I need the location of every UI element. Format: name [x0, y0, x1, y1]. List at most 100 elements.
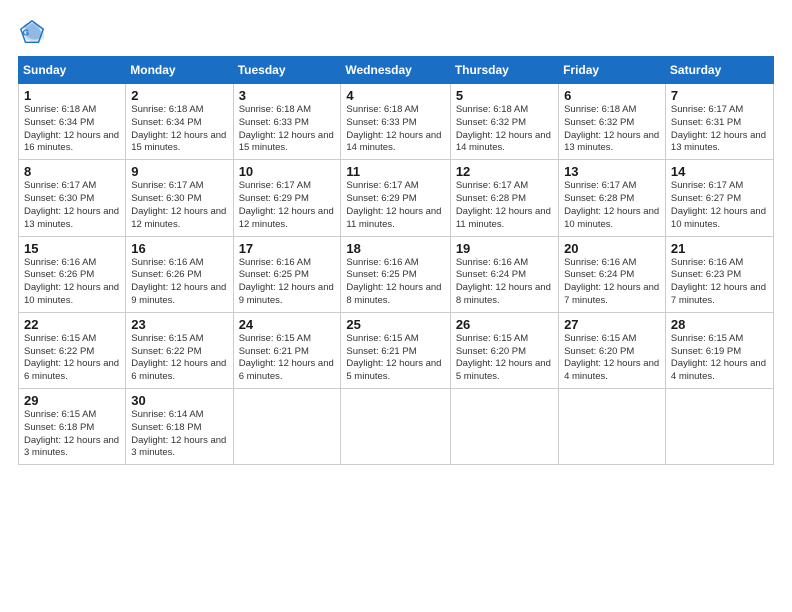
day-info: Sunrise: 6:16 AMSunset: 6:25 PMDaylight:… [346, 257, 444, 308]
day-info: Sunrise: 6:18 AMSunset: 6:33 PMDaylight:… [239, 104, 336, 155]
day-info: Sunrise: 6:17 AMSunset: 6:28 PMDaylight:… [456, 180, 553, 231]
day-info: Sunrise: 6:16 AMSunset: 6:23 PMDaylight:… [671, 257, 768, 308]
col-header-tuesday: Tuesday [233, 57, 341, 84]
day-info: Sunrise: 6:16 AMSunset: 6:24 PMDaylight:… [564, 257, 660, 308]
day-cell-2: 2Sunrise: 6:18 AMSunset: 6:34 PMDaylight… [126, 84, 233, 160]
day-number: 29 [24, 393, 120, 408]
day-info: Sunrise: 6:15 AMSunset: 6:22 PMDaylight:… [24, 333, 120, 384]
day-cell-22: 22Sunrise: 6:15 AMSunset: 6:22 PMDayligh… [19, 312, 126, 388]
day-info: Sunrise: 6:15 AMSunset: 6:20 PMDaylight:… [564, 333, 660, 384]
day-cell-25: 25Sunrise: 6:15 AMSunset: 6:21 PMDayligh… [341, 312, 450, 388]
calendar-week-4: 22Sunrise: 6:15 AMSunset: 6:22 PMDayligh… [19, 312, 774, 388]
col-header-friday: Friday [559, 57, 666, 84]
day-cell-8: 8Sunrise: 6:17 AMSunset: 6:30 PMDaylight… [19, 160, 126, 236]
day-number: 20 [564, 241, 660, 256]
day-cell-17: 17Sunrise: 6:16 AMSunset: 6:25 PMDayligh… [233, 236, 341, 312]
day-number: 10 [239, 164, 336, 179]
day-cell-27: 27Sunrise: 6:15 AMSunset: 6:20 PMDayligh… [559, 312, 666, 388]
day-number: 5 [456, 88, 553, 103]
day-info: Sunrise: 6:17 AMSunset: 6:30 PMDaylight:… [24, 180, 120, 231]
empty-cell [559, 389, 666, 465]
day-cell-1: 1Sunrise: 6:18 AMSunset: 6:34 PMDaylight… [19, 84, 126, 160]
day-number: 12 [456, 164, 553, 179]
day-cell-12: 12Sunrise: 6:17 AMSunset: 6:28 PMDayligh… [450, 160, 558, 236]
day-number: 9 [131, 164, 227, 179]
day-info: Sunrise: 6:17 AMSunset: 6:30 PMDaylight:… [131, 180, 227, 231]
day-number: 26 [456, 317, 553, 332]
day-number: 11 [346, 164, 444, 179]
day-info: Sunrise: 6:17 AMSunset: 6:29 PMDaylight:… [239, 180, 336, 231]
day-info: Sunrise: 6:17 AMSunset: 6:28 PMDaylight:… [564, 180, 660, 231]
day-info: Sunrise: 6:18 AMSunset: 6:32 PMDaylight:… [564, 104, 660, 155]
day-cell-9: 9Sunrise: 6:17 AMSunset: 6:30 PMDaylight… [126, 160, 233, 236]
day-cell-20: 20Sunrise: 6:16 AMSunset: 6:24 PMDayligh… [559, 236, 666, 312]
day-info: Sunrise: 6:18 AMSunset: 6:34 PMDaylight:… [24, 104, 120, 155]
day-info: Sunrise: 6:15 AMSunset: 6:22 PMDaylight:… [131, 333, 227, 384]
calendar: SundayMondayTuesdayWednesdayThursdayFrid… [18, 56, 774, 465]
day-info: Sunrise: 6:14 AMSunset: 6:18 PMDaylight:… [131, 409, 227, 460]
day-number: 1 [24, 88, 120, 103]
day-cell-18: 18Sunrise: 6:16 AMSunset: 6:25 PMDayligh… [341, 236, 450, 312]
day-cell-15: 15Sunrise: 6:16 AMSunset: 6:26 PMDayligh… [19, 236, 126, 312]
day-cell-6: 6Sunrise: 6:18 AMSunset: 6:32 PMDaylight… [559, 84, 666, 160]
day-info: Sunrise: 6:16 AMSunset: 6:26 PMDaylight:… [24, 257, 120, 308]
day-number: 22 [24, 317, 120, 332]
day-info: Sunrise: 6:16 AMSunset: 6:26 PMDaylight:… [131, 257, 227, 308]
day-cell-14: 14Sunrise: 6:17 AMSunset: 6:27 PMDayligh… [665, 160, 773, 236]
logo: G [18, 18, 50, 46]
day-info: Sunrise: 6:16 AMSunset: 6:25 PMDaylight:… [239, 257, 336, 308]
day-number: 18 [346, 241, 444, 256]
day-info: Sunrise: 6:15 AMSunset: 6:21 PMDaylight:… [346, 333, 444, 384]
day-info: Sunrise: 6:17 AMSunset: 6:31 PMDaylight:… [671, 104, 768, 155]
day-cell-16: 16Sunrise: 6:16 AMSunset: 6:26 PMDayligh… [126, 236, 233, 312]
calendar-week-3: 15Sunrise: 6:16 AMSunset: 6:26 PMDayligh… [19, 236, 774, 312]
day-number: 16 [131, 241, 227, 256]
day-number: 27 [564, 317, 660, 332]
day-number: 4 [346, 88, 444, 103]
empty-cell [450, 389, 558, 465]
svg-text:G: G [23, 28, 30, 38]
day-number: 25 [346, 317, 444, 332]
calendar-week-1: 1Sunrise: 6:18 AMSunset: 6:34 PMDaylight… [19, 84, 774, 160]
day-number: 21 [671, 241, 768, 256]
day-number: 28 [671, 317, 768, 332]
empty-cell [665, 389, 773, 465]
day-info: Sunrise: 6:18 AMSunset: 6:33 PMDaylight:… [346, 104, 444, 155]
col-header-wednesday: Wednesday [341, 57, 450, 84]
page: G SundayMondayTuesdayWednesdayThursdayFr… [0, 0, 792, 612]
day-info: Sunrise: 6:15 AMSunset: 6:18 PMDaylight:… [24, 409, 120, 460]
day-info: Sunrise: 6:15 AMSunset: 6:20 PMDaylight:… [456, 333, 553, 384]
day-cell-26: 26Sunrise: 6:15 AMSunset: 6:20 PMDayligh… [450, 312, 558, 388]
day-info: Sunrise: 6:17 AMSunset: 6:27 PMDaylight:… [671, 180, 768, 231]
day-cell-23: 23Sunrise: 6:15 AMSunset: 6:22 PMDayligh… [126, 312, 233, 388]
col-header-saturday: Saturday [665, 57, 773, 84]
day-number: 15 [24, 241, 120, 256]
day-number: 3 [239, 88, 336, 103]
col-header-thursday: Thursday [450, 57, 558, 84]
day-cell-30: 30Sunrise: 6:14 AMSunset: 6:18 PMDayligh… [126, 389, 233, 465]
day-number: 13 [564, 164, 660, 179]
day-number: 23 [131, 317, 227, 332]
day-cell-19: 19Sunrise: 6:16 AMSunset: 6:24 PMDayligh… [450, 236, 558, 312]
day-info: Sunrise: 6:18 AMSunset: 6:34 PMDaylight:… [131, 104, 227, 155]
day-number: 2 [131, 88, 227, 103]
day-cell-11: 11Sunrise: 6:17 AMSunset: 6:29 PMDayligh… [341, 160, 450, 236]
day-info: Sunrise: 6:18 AMSunset: 6:32 PMDaylight:… [456, 104, 553, 155]
col-header-sunday: Sunday [19, 57, 126, 84]
day-cell-21: 21Sunrise: 6:16 AMSunset: 6:23 PMDayligh… [665, 236, 773, 312]
day-cell-3: 3Sunrise: 6:18 AMSunset: 6:33 PMDaylight… [233, 84, 341, 160]
day-number: 30 [131, 393, 227, 408]
day-cell-5: 5Sunrise: 6:18 AMSunset: 6:32 PMDaylight… [450, 84, 558, 160]
day-number: 19 [456, 241, 553, 256]
empty-cell [341, 389, 450, 465]
header: G [18, 18, 774, 46]
day-cell-10: 10Sunrise: 6:17 AMSunset: 6:29 PMDayligh… [233, 160, 341, 236]
day-cell-29: 29Sunrise: 6:15 AMSunset: 6:18 PMDayligh… [19, 389, 126, 465]
day-info: Sunrise: 6:15 AMSunset: 6:21 PMDaylight:… [239, 333, 336, 384]
logo-icon: G [18, 18, 46, 46]
calendar-week-5: 29Sunrise: 6:15 AMSunset: 6:18 PMDayligh… [19, 389, 774, 465]
day-cell-13: 13Sunrise: 6:17 AMSunset: 6:28 PMDayligh… [559, 160, 666, 236]
col-header-monday: Monday [126, 57, 233, 84]
day-number: 14 [671, 164, 768, 179]
calendar-header-row: SundayMondayTuesdayWednesdayThursdayFrid… [19, 57, 774, 84]
